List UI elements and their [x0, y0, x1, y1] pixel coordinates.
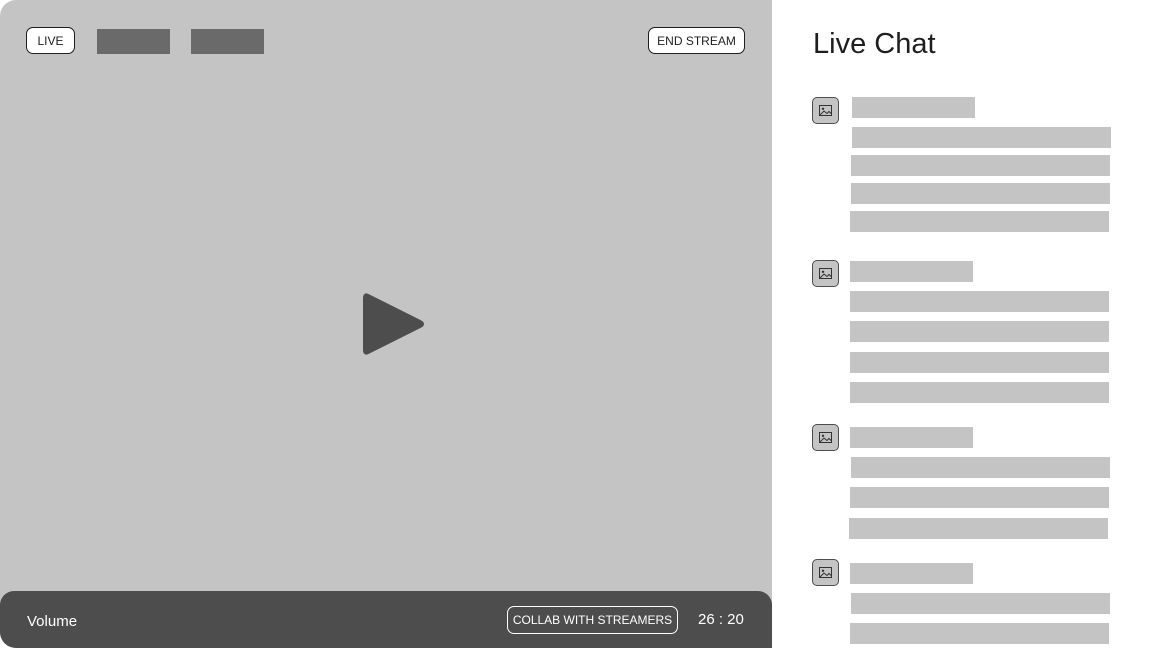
chat-text-placeholder [850, 382, 1109, 403]
chat-text-placeholder [850, 623, 1109, 644]
chat-title: Live Chat [813, 28, 936, 60]
chat-text-placeholder [849, 518, 1108, 539]
play-icon[interactable] [362, 290, 426, 358]
chat-text-placeholder [851, 155, 1110, 176]
volume-control[interactable]: Volume [27, 613, 77, 630]
image-placeholder-icon [819, 268, 832, 279]
image-placeholder-icon [819, 432, 832, 443]
collab-with-streamers-button[interactable]: COLLAB WITH STREAMERS [507, 606, 678, 634]
avatar [812, 559, 839, 586]
chat-text-placeholder [851, 183, 1110, 204]
chat-text-placeholder [850, 291, 1109, 312]
player-control-bar: Volume COLLAB WITH STREAMERS 26 : 20 [0, 591, 772, 648]
live-badge[interactable]: LIVE [26, 27, 75, 54]
image-placeholder-icon [819, 105, 832, 116]
end-stream-button[interactable]: END STREAM [648, 27, 745, 54]
avatar [812, 424, 839, 451]
chat-text-placeholder [852, 127, 1111, 148]
avatar [812, 260, 839, 287]
chat-text-placeholder [851, 457, 1110, 478]
chat-text-placeholder [850, 211, 1109, 232]
chat-username-placeholder [850, 261, 973, 282]
chat-text-placeholder [850, 321, 1109, 342]
chat-text-placeholder [851, 593, 1110, 614]
chat-username-placeholder [850, 427, 973, 448]
stream-info-placeholder [191, 29, 264, 54]
chat-text-placeholder [850, 487, 1109, 508]
chat-username-placeholder [850, 563, 973, 584]
chat-username-placeholder [852, 97, 975, 118]
video-player[interactable]: LIVE END STREAM Volume COLLAB WITH STREA… [0, 0, 772, 648]
stream-info-placeholder [97, 29, 170, 54]
avatar [812, 97, 839, 124]
chat-text-placeholder [850, 352, 1109, 373]
image-placeholder-icon [819, 567, 832, 578]
stream-timer: 26 : 20 [698, 611, 744, 628]
